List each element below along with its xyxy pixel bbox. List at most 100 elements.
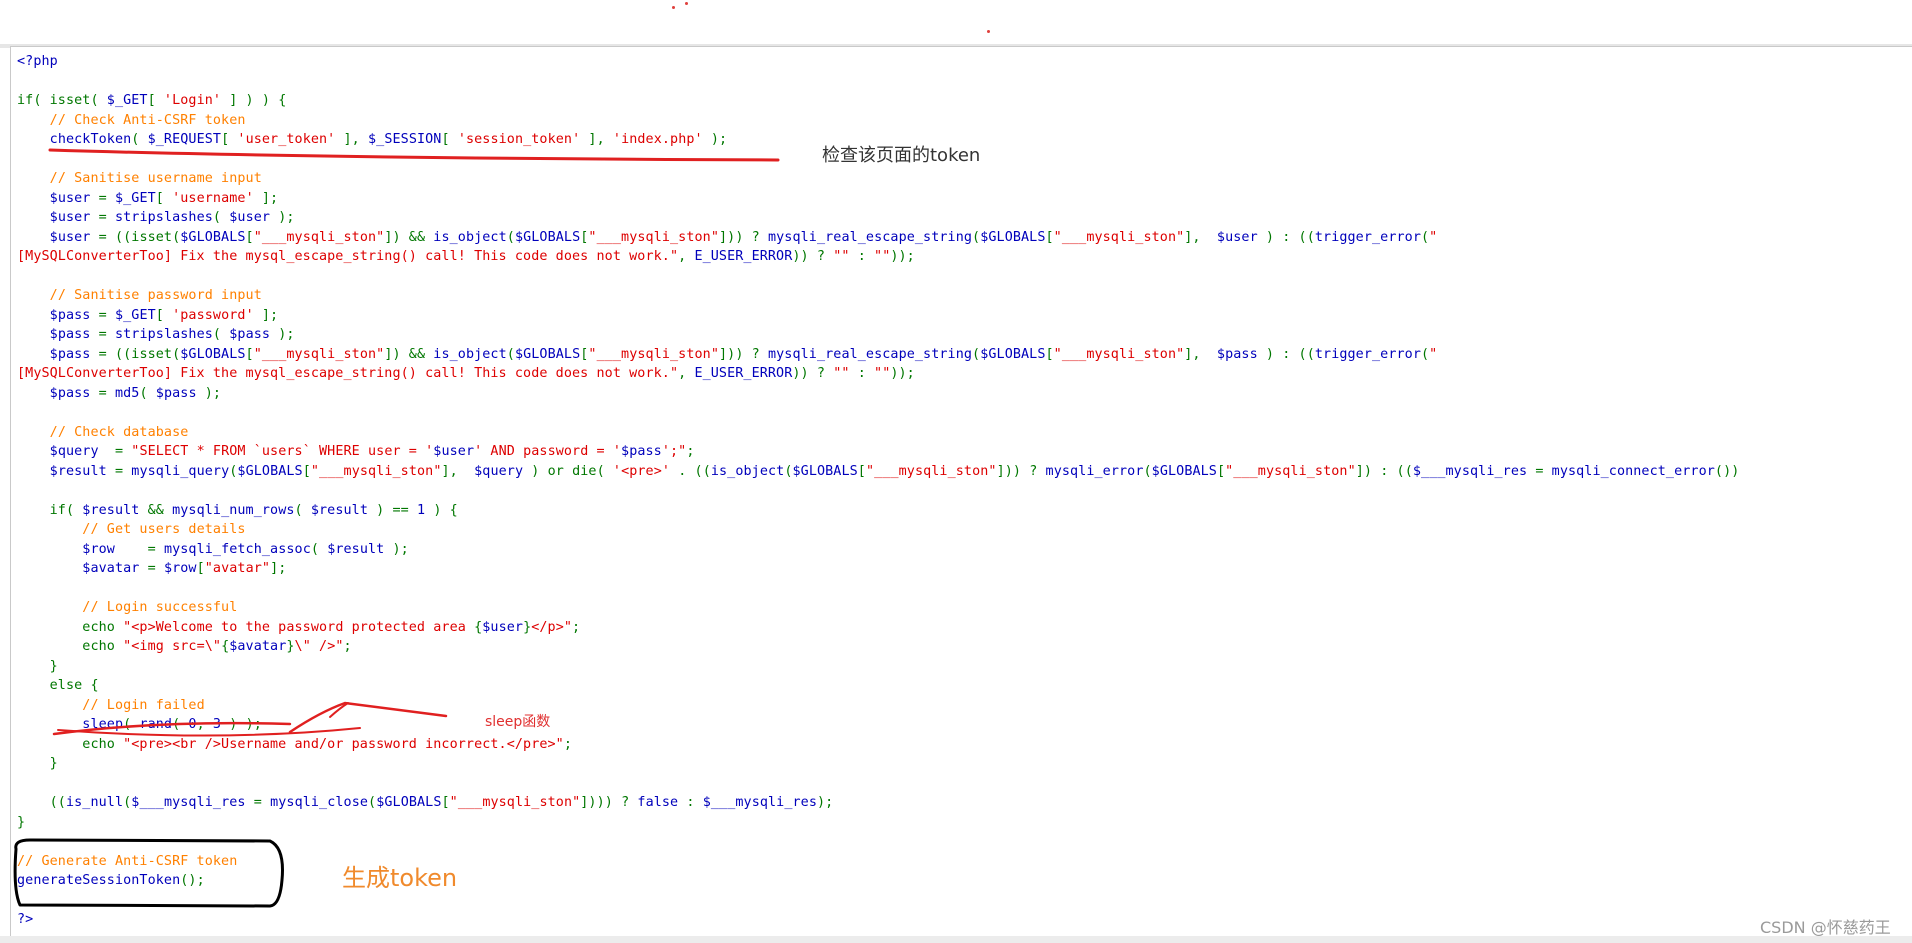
code-token: E_USER_ERROR xyxy=(694,366,793,381)
code-line: echo "<img src=\"{$avatar}\" />"; xyxy=(17,637,1739,657)
code-token: ( xyxy=(294,502,311,518)
code-token: ( xyxy=(784,463,793,479)
code-line: } xyxy=(17,754,1739,774)
code-token: ( xyxy=(310,541,328,557)
code-token: ], xyxy=(1184,229,1217,245)
code-token: "___mysqli_ston" xyxy=(588,346,719,362)
code-token: 'username' xyxy=(172,190,254,206)
code-token: [MySQLConverterToo] Fix the mysql_escape… xyxy=(17,249,679,264)
code-token: "" xyxy=(874,366,891,381)
code-token: trigger_error xyxy=(1314,229,1421,245)
code-token: ( xyxy=(172,717,189,732)
code-token: = xyxy=(90,210,115,225)
code-token: ()) xyxy=(1714,463,1740,479)
code-token: $result xyxy=(310,502,368,518)
code-token: ( xyxy=(368,795,377,810)
code-token: $pass xyxy=(49,327,91,342)
code-token: 0 xyxy=(188,717,197,732)
code-token: $_GET xyxy=(114,190,156,206)
code-token: "SELECT * FROM `users` WHERE user = ' xyxy=(131,444,434,459)
code-token: , xyxy=(678,366,695,381)
code-token: ( xyxy=(123,717,140,732)
code-token: "___mysqli_ston" xyxy=(865,463,997,479)
code-token: "avatar" xyxy=(204,561,271,576)
code-token: . (( xyxy=(670,463,711,479)
code-token: stripslashes xyxy=(114,327,213,342)
code-token: // Login failed xyxy=(82,697,205,713)
code-token: )); xyxy=(890,249,915,264)
code-token: ( xyxy=(131,132,148,147)
code-token: $user xyxy=(49,210,91,225)
code-token: $___mysqli_res xyxy=(702,795,817,810)
code-token: "" xyxy=(874,249,891,264)
code-token: ); xyxy=(817,795,834,810)
code-token: = xyxy=(90,385,115,401)
code-token: stripslashes xyxy=(114,210,213,225)
code-line: // Sanitise password input xyxy=(17,286,1739,306)
code-line: generateSessionToken(); xyxy=(17,871,1739,891)
red-dot xyxy=(685,2,688,5)
code-line: $pass = $_GET[ 'password' ]; xyxy=(17,306,1739,326)
code-token: [ xyxy=(441,132,458,147)
code-token: (( xyxy=(17,795,66,810)
code-token: ( xyxy=(212,327,230,342)
code-token: $GLOBALS xyxy=(1151,463,1217,479)
code-line: } xyxy=(17,813,1739,833)
code-token: "" xyxy=(833,249,850,264)
code-token: ]) && xyxy=(384,229,434,245)
code-token: ) == xyxy=(368,502,417,518)
code-token: mysqli_error xyxy=(1045,463,1144,479)
code-token: $___mysqli_res xyxy=(1412,463,1528,479)
code-token: (); xyxy=(180,873,205,888)
code-line: else { xyxy=(17,676,1739,696)
code-token: = xyxy=(114,541,164,557)
code-token: ); xyxy=(270,327,295,342)
code-token: mysqli_query xyxy=(131,463,230,479)
code-token: sleep xyxy=(82,717,124,732)
code-token: } xyxy=(17,756,58,771)
code-token: } xyxy=(286,639,295,654)
code-token: ]; xyxy=(253,307,279,323)
code-token: "___mysqli_ston" xyxy=(253,229,385,245)
code-token: ; xyxy=(572,619,581,635)
code-token: $result xyxy=(49,463,107,479)
code-token: echo xyxy=(17,736,124,752)
code-token: mysqli_real_escape_string xyxy=(767,346,973,362)
code-line: $avatar = $row["avatar"]; xyxy=(17,559,1739,579)
code-token: generateSessionToken xyxy=(17,873,181,888)
code-token: [ xyxy=(155,190,173,206)
code-token: $GLOBALS xyxy=(792,463,858,479)
code-token: )); xyxy=(890,366,915,381)
code-token: [ xyxy=(147,93,164,108)
watermark: CSDN @怀慈药王 xyxy=(1760,918,1891,937)
code-token: : xyxy=(678,795,703,810)
code-token: = xyxy=(90,307,115,323)
code-line: // Sanitise username input xyxy=(17,169,1739,189)
code-token: ); xyxy=(270,210,295,225)
code-token: 1 xyxy=(416,502,426,518)
code-token: ( xyxy=(139,385,156,401)
code-token: = xyxy=(106,463,132,479)
code-token: // Sanitise username input xyxy=(49,171,262,186)
code-token: ])) ? xyxy=(719,229,768,245)
code-token: mysqli_fetch_assoc xyxy=(163,541,311,557)
code-line: echo "<pre><br />Username and/or passwor… xyxy=(17,735,1739,755)
code-line: // Get users details xyxy=(17,520,1739,540)
code-token: $pass xyxy=(49,307,91,323)
code-token: [ xyxy=(1045,346,1054,362)
code-token: $user xyxy=(433,444,475,459)
